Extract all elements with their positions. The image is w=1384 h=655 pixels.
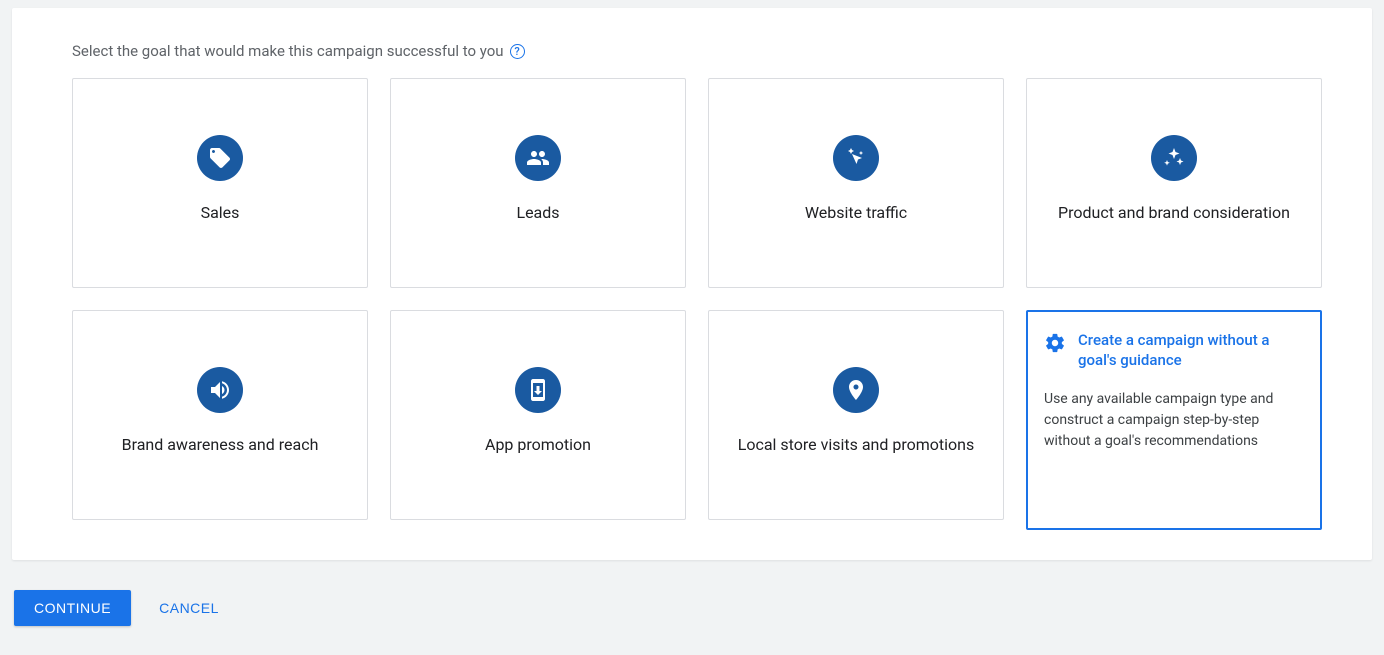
- goal-card-label: Sales: [201, 203, 240, 222]
- cancel-button[interactable]: CANCEL: [159, 600, 219, 616]
- heading-row: Select the goal that would make this cam…: [72, 42, 1322, 60]
- goal-card-no-goal[interactable]: Create a campaign without a goal's guida…: [1026, 310, 1322, 530]
- goals-grid: Sales Leads Website traffic Product and …: [72, 78, 1322, 530]
- goal-card-label: Leads: [516, 203, 559, 222]
- gear-icon: [1044, 332, 1066, 354]
- goal-selection-panel: Select the goal that would make this cam…: [12, 8, 1372, 560]
- goal-card-brand-awareness[interactable]: Brand awareness and reach: [72, 310, 368, 520]
- no-goal-description: Use any available campaign type and cons…: [1044, 389, 1304, 452]
- goal-card-sales[interactable]: Sales: [72, 78, 368, 288]
- heading-text: Select the goal that would make this cam…: [72, 42, 504, 60]
- goal-card-label: App promotion: [485, 435, 591, 454]
- goal-card-leads[interactable]: Leads: [390, 78, 686, 288]
- goal-card-product-brand[interactable]: Product and brand consideration: [1026, 78, 1322, 288]
- pin-icon: [833, 367, 879, 413]
- sparkles-icon: [1151, 135, 1197, 181]
- goal-card-label: Local store visits and promotions: [738, 435, 975, 454]
- tag-icon: [197, 135, 243, 181]
- goal-card-label: Website traffic: [805, 203, 907, 222]
- goal-card-label: Product and brand consideration: [1058, 203, 1290, 222]
- goal-card-label: Brand awareness and reach: [122, 435, 319, 454]
- people-icon: [515, 135, 561, 181]
- goal-card-local-store[interactable]: Local store visits and promotions: [708, 310, 1004, 520]
- phone-download-icon: [515, 367, 561, 413]
- no-goal-title: Create a campaign without a goal's guida…: [1078, 330, 1304, 371]
- megaphone-icon: [197, 367, 243, 413]
- action-bar: CONTINUE CANCEL: [12, 590, 1372, 626]
- no-goal-header: Create a campaign without a goal's guida…: [1044, 330, 1304, 371]
- goal-card-app-promotion[interactable]: App promotion: [390, 310, 686, 520]
- cursor-sparkle-icon: [833, 135, 879, 181]
- goal-card-website-traffic[interactable]: Website traffic: [708, 78, 1004, 288]
- help-icon[interactable]: ?: [510, 44, 525, 59]
- continue-button[interactable]: CONTINUE: [14, 590, 131, 626]
